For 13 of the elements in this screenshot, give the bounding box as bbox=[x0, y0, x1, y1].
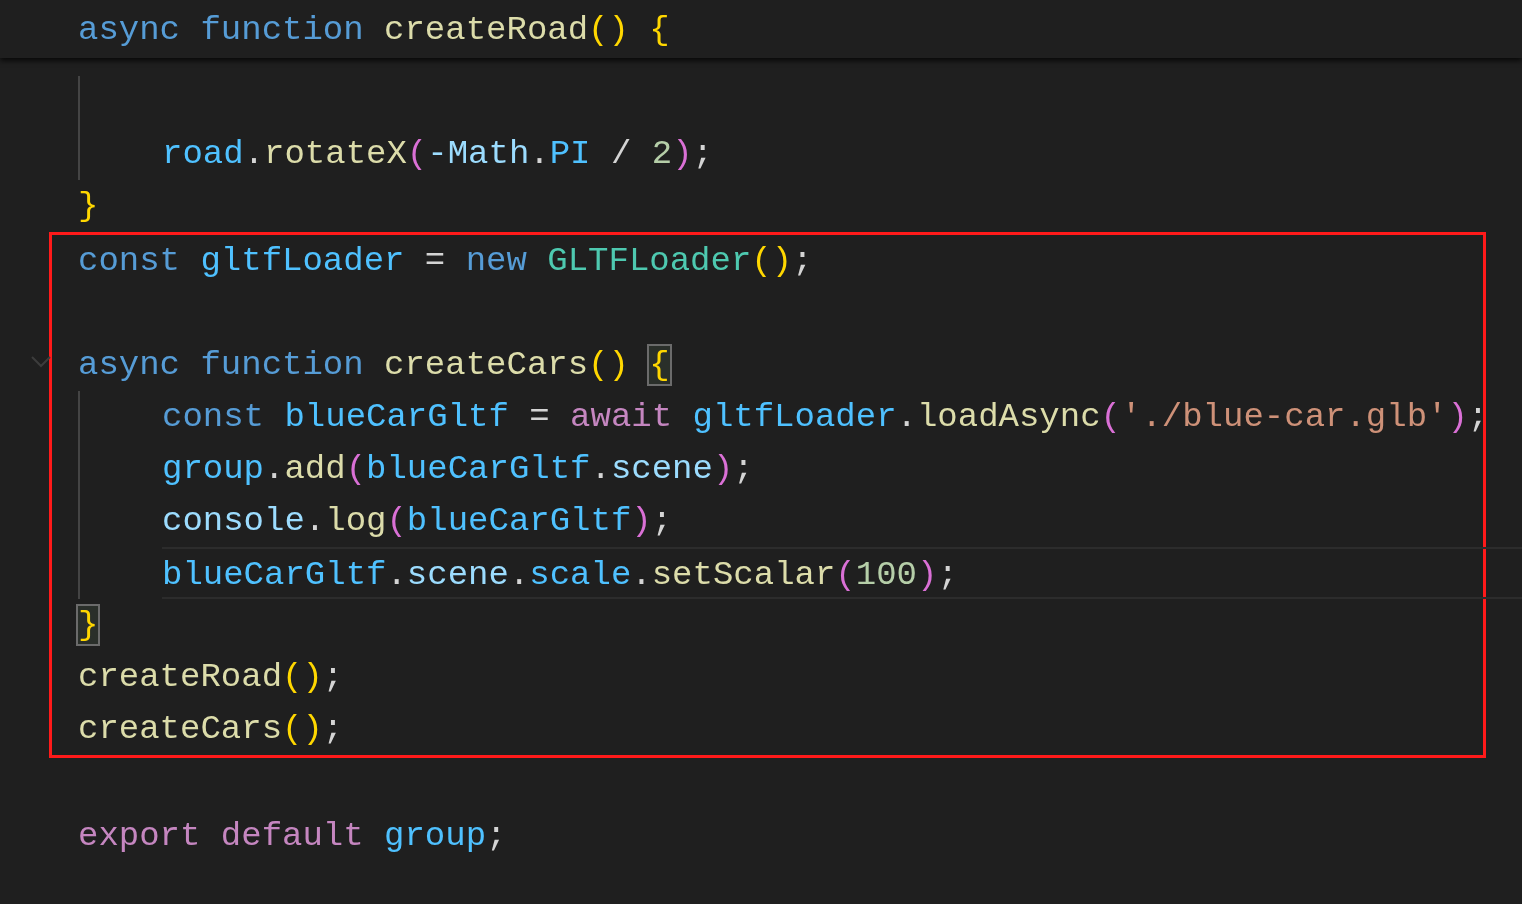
code-line: const blueCarGltf = await gltfLoader.loadAsync('./blue-car.glb'); bbox=[162, 397, 1489, 438]
chevron-down-icon[interactable] bbox=[30, 355, 52, 369]
code-line: const gltfLoader = new GLTFLoader(); bbox=[78, 241, 813, 282]
code-line: blueCarGltf.scene.scale.setScalar(100); bbox=[162, 547, 1522, 599]
code-line: road.rotateX(-Math.PI / 2); bbox=[162, 134, 713, 175]
code-line: } bbox=[78, 186, 99, 227]
code-line: async function createRoad() { bbox=[78, 10, 670, 51]
code-line: async function createCars() { bbox=[78, 339, 670, 391]
code-line: export default group; bbox=[78, 816, 507, 857]
code-line: createCars(); bbox=[78, 709, 344, 750]
code-line: group.add(blueCarGltf.scene); bbox=[162, 449, 754, 490]
code-line: createRoad(); bbox=[78, 657, 344, 698]
code-line: console.log(blueCarGltf); bbox=[162, 501, 673, 542]
